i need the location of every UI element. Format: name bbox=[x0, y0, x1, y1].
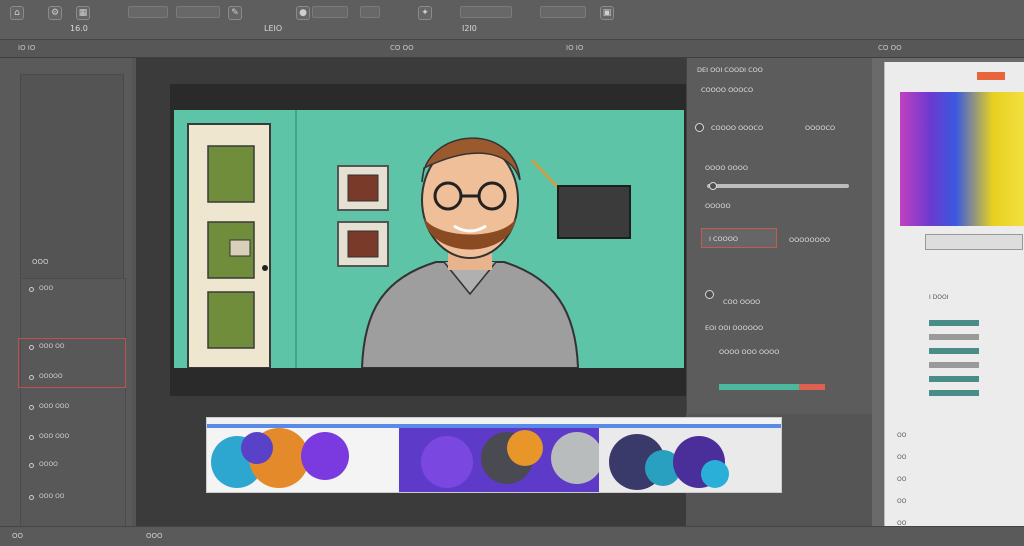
option-radio[interactable] bbox=[705, 290, 714, 299]
secondary-menu-d[interactable]: CO OO bbox=[878, 44, 902, 52]
section-label: OOOOO bbox=[705, 202, 731, 210]
properties-header: DEI OOI COODI COO bbox=[697, 66, 763, 74]
row-a-value: OOOOCO bbox=[805, 124, 836, 132]
row-b-label: OOOO OOOO bbox=[705, 164, 748, 172]
radio-icon bbox=[29, 287, 34, 292]
settings-icon[interactable]: ⚙ bbox=[48, 6, 62, 20]
secondary-menu-b[interactable]: CO OO bbox=[390, 44, 414, 52]
left-panel-label: OOO bbox=[32, 258, 49, 266]
status-center: OOO bbox=[146, 532, 163, 540]
list-label: EOI OOI OOOOOO bbox=[705, 324, 764, 332]
pen-icon[interactable]: ✎ bbox=[228, 6, 242, 20]
radio-icon bbox=[29, 463, 34, 468]
picture-frame-inner bbox=[347, 230, 379, 258]
channel-label: OO bbox=[897, 498, 907, 505]
home-icon[interactable]: ⌂ bbox=[10, 6, 24, 20]
blend-dropdown[interactable] bbox=[312, 6, 348, 18]
blackboard bbox=[557, 185, 631, 239]
row-a-label: COOOO OOOCO bbox=[711, 124, 764, 132]
list-item[interactable]: OOO OOO bbox=[21, 431, 125, 445]
layer-list: OOO OOO OO OOOOO OOO OOO OOO OOO OOOO OO… bbox=[20, 278, 126, 528]
status-bar: OO OOO bbox=[0, 526, 1024, 546]
thumbnail-shape bbox=[551, 432, 603, 484]
radio-icon bbox=[29, 405, 34, 410]
properties-subheader: COOOO OOOCO bbox=[701, 86, 754, 94]
thumbnail-shape bbox=[507, 430, 543, 466]
radio-icon bbox=[29, 495, 34, 500]
channel-bar[interactable] bbox=[929, 376, 979, 382]
channel-label: OO bbox=[897, 432, 907, 439]
list-item[interactable]: OOOO bbox=[21, 459, 125, 473]
options-dropdown[interactable] bbox=[460, 6, 512, 18]
color-bar-red bbox=[799, 384, 825, 390]
image-canvas[interactable] bbox=[174, 110, 684, 368]
channel-bar[interactable] bbox=[929, 390, 979, 396]
channel-bar[interactable] bbox=[929, 362, 979, 368]
photo-editor-window: ⌂ ⚙ ▦ 16.0 ✎ LEIO ● ✦ I2I0 ▣ IO IO CO OO… bbox=[0, 0, 1024, 546]
thumbnail-shape bbox=[701, 460, 729, 488]
color-spectrum[interactable] bbox=[900, 92, 1024, 226]
thumbnail-shape bbox=[241, 432, 273, 464]
door-panel bbox=[207, 291, 255, 349]
tool-dropdown[interactable] bbox=[128, 6, 168, 18]
list-item[interactable]: OOO OOO bbox=[21, 401, 125, 415]
timeline-playhead-bar bbox=[207, 424, 781, 428]
door-knob bbox=[262, 265, 268, 271]
channel-label: OO bbox=[897, 476, 907, 483]
color-section-label: I DOOI bbox=[929, 294, 949, 301]
color-input[interactable] bbox=[925, 234, 1023, 250]
mode-dropdown[interactable] bbox=[176, 6, 220, 18]
secondary-toolbar: IO IO CO OO IO IO CO OO bbox=[0, 40, 1024, 58]
slider-label: COO OOOO bbox=[723, 298, 761, 306]
preset-dropdown[interactable] bbox=[540, 6, 586, 18]
value-side-label: OOOOOOOO bbox=[789, 236, 830, 244]
secondary-menu-a[interactable]: IO IO bbox=[18, 44, 35, 52]
thumbnail-shape bbox=[301, 432, 349, 480]
color-bar-teal bbox=[719, 384, 799, 390]
timeline-thumbnails bbox=[207, 424, 781, 492]
value-input-text: I COOOO bbox=[709, 235, 738, 243]
selected-layer-highlight bbox=[18, 338, 126, 388]
channel-bar[interactable] bbox=[929, 320, 979, 326]
accent-swatch[interactable] bbox=[977, 72, 1005, 80]
flow-readout: I2I0 bbox=[462, 24, 477, 33]
channel-bar[interactable] bbox=[929, 348, 979, 354]
picture-frame-inner bbox=[347, 174, 379, 202]
brush-icon[interactable]: ✦ bbox=[418, 6, 432, 20]
list-item[interactable]: OOO OO bbox=[21, 491, 125, 505]
size-readout: LEIO bbox=[264, 24, 283, 33]
property-slider[interactable] bbox=[707, 184, 849, 188]
status-left: OO bbox=[12, 532, 24, 540]
zoom-readout: 16.0 bbox=[70, 24, 88, 33]
timeline-strip[interactable] bbox=[206, 417, 782, 493]
list-label-secondary: OOOO OOO OOOO bbox=[719, 348, 780, 356]
note-illustration bbox=[229, 239, 251, 257]
radio-icon bbox=[29, 435, 34, 440]
properties-panel: DEI OOI COODI COO COOOO OOOCO COOOO OOOC… bbox=[686, 58, 872, 414]
list-item[interactable]: OOO bbox=[21, 283, 125, 297]
slider-thumb[interactable] bbox=[709, 182, 717, 190]
secondary-menu-c[interactable]: IO IO bbox=[566, 44, 583, 52]
layout-icon[interactable]: ▣ bbox=[600, 6, 614, 20]
channel-label: OO bbox=[897, 454, 907, 461]
eyedropper-icon[interactable]: ● bbox=[296, 6, 310, 20]
opacity-field[interactable] bbox=[360, 6, 380, 18]
top-toolbar: ⌂ ⚙ ▦ 16.0 ✎ LEIO ● ✦ I2I0 ▣ bbox=[0, 0, 1024, 40]
channel-bar[interactable] bbox=[929, 334, 979, 340]
door-panel bbox=[207, 145, 255, 203]
thumbnail-shape bbox=[421, 436, 473, 488]
grid-icon[interactable]: ▦ bbox=[76, 6, 90, 20]
canvas-illustration bbox=[187, 110, 631, 368]
option-radio[interactable] bbox=[695, 123, 704, 132]
